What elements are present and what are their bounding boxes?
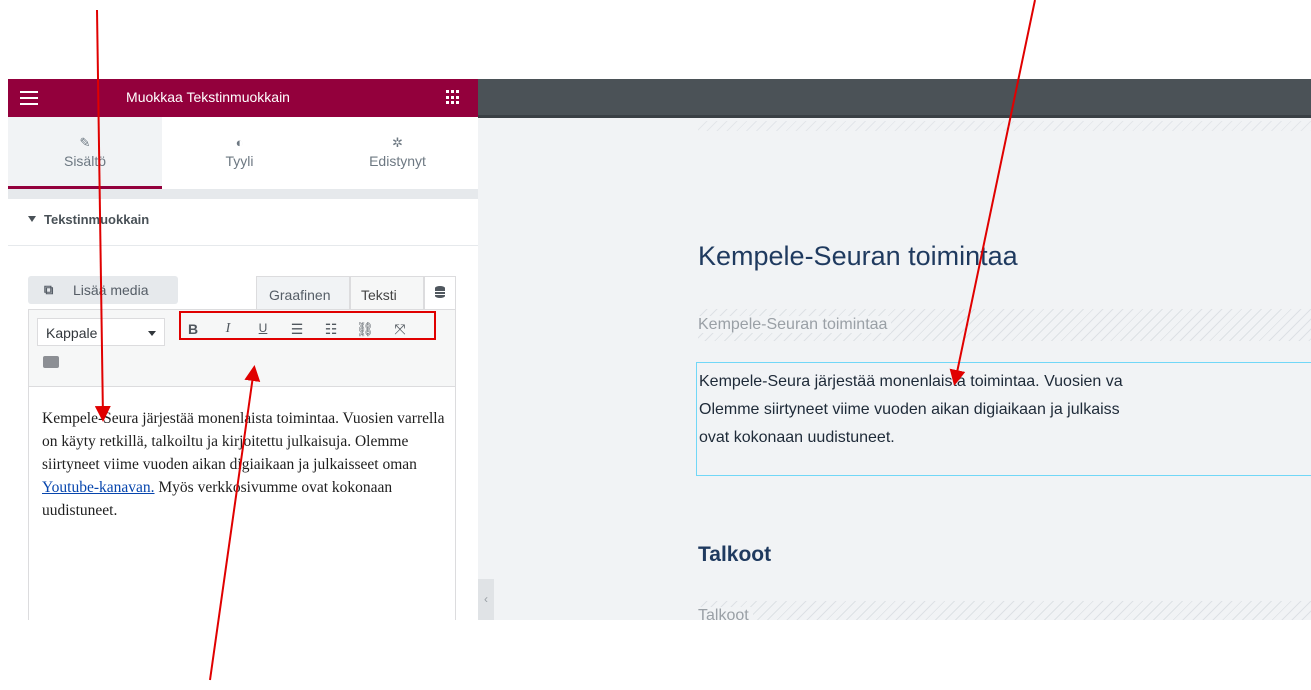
youtube-link[interactable]: Youtube-kanavan. <box>42 479 155 496</box>
keyboard-icon[interactable] <box>43 356 59 368</box>
media-icon: ⧉ <box>44 282 54 297</box>
dynamic-tags-icon[interactable] <box>424 276 456 309</box>
widget-paragraph: Kempele-Seura järjestää monenlaista toim… <box>699 368 1311 452</box>
text-mode-tab[interactable]: Teksti <box>350 276 424 309</box>
widgets-grid-icon[interactable] <box>446 90 461 105</box>
format-select-value: Kappale <box>46 325 98 341</box>
placeholder-stripe <box>698 121 1311 131</box>
text-editor-area[interactable]: Kempele-Seura järjestää monenlaista toim… <box>28 387 456 620</box>
tab-advanced[interactable]: ✲ Edistynyt <box>317 117 478 189</box>
visual-mode-tab[interactable]: Graafinen <box>256 276 350 309</box>
tab-advanced-label: Edistynyt <box>369 153 426 169</box>
gear-icon: ✲ <box>392 135 403 150</box>
add-media-button[interactable]: ⧉ Lisää media <box>28 276 178 304</box>
heading-subtitle[interactable]: Kempele-Seuran toimintaa <box>698 309 1311 341</box>
pencil-icon: ✎ <box>79 135 91 150</box>
editor-panel: Muokkaa Tekstinmuokkain ✎ Sisältö ◐ Tyyl… <box>8 79 478 620</box>
caret-down-icon <box>28 216 36 222</box>
tab-content-label: Sisältö <box>63 153 107 169</box>
annotation-highlight-box <box>179 311 436 340</box>
tab-style-label: Tyyli <box>225 153 254 169</box>
paragraph-line: Kempele-Seura järjestää monenlaista toim… <box>699 373 1123 390</box>
section-heading[interactable]: Talkoot <box>698 543 771 567</box>
tabs-divider <box>8 189 478 199</box>
editor-text: Kempele-Seura järjestää monenlaista toim… <box>42 410 445 473</box>
editor-mode-tabs: Graafinen Teksti <box>256 276 456 309</box>
subtitle-text: Talkoot <box>698 607 753 620</box>
editor-toolbar: Kappale B I U ☰ ☷ ⛓ ⤧ <box>28 309 456 387</box>
subtitle-text: Kempele-Seuran toimintaa <box>698 316 892 333</box>
preview-canvas: Kempele-Seuran toimintaa Kempele-Seuran … <box>478 79 1311 620</box>
panel-tabs: ✎ Sisältö ◐ Tyyli ✲ Edistynyt <box>8 117 478 189</box>
panel-collapse-handle[interactable]: ‹ <box>478 579 494 620</box>
tab-content[interactable]: ✎ Sisältö <box>8 117 162 189</box>
paragraph-line: ovat kokonaan uudistuneet. <box>699 429 895 446</box>
chevron-down-icon <box>148 331 156 336</box>
section-title: Tekstinmuokkain <box>44 212 150 227</box>
section-toggle[interactable]: Tekstinmuokkain <box>8 199 478 246</box>
preview-topbar <box>478 79 1311 118</box>
paragraph-line: Olemme siirtyneet viime vuoden aikan dig… <box>699 401 1120 418</box>
text-editor-widget[interactable]: Kempele-Seura järjestää monenlaista toim… <box>696 362 1311 476</box>
page-heading[interactable]: Kempele-Seuran toimintaa <box>698 241 1018 272</box>
panel-title: Muokkaa Tekstinmuokkain <box>126 89 290 105</box>
format-select[interactable]: Kappale <box>37 318 165 346</box>
panel-header: Muokkaa Tekstinmuokkain <box>8 79 478 117</box>
contrast-icon: ◐ <box>235 135 244 150</box>
tab-style[interactable]: ◐ Tyyli <box>162 117 317 189</box>
section-subtitle[interactable]: Talkoot <box>698 601 1311 620</box>
editor-content[interactable]: Kempele-Seura järjestää monenlaista toim… <box>42 407 452 522</box>
add-media-label: Lisää media <box>73 282 149 298</box>
